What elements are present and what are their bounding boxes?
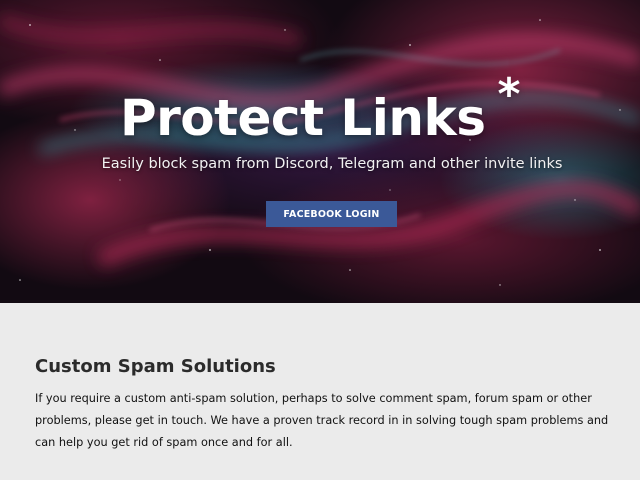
hero-subtitle: Easily block spam from Discord, Telegram… xyxy=(101,156,563,172)
hero-title: Protect Links * xyxy=(0,69,640,151)
section-body: If you require a custom anti-spam soluti… xyxy=(35,388,627,454)
hero-section: Protect Links * Easily block spam from Di… xyxy=(0,0,640,303)
custom-solutions-section: Custom Spam Solutions If you require a c… xyxy=(0,303,640,480)
hero-title-asterisk: * xyxy=(497,69,521,120)
facebook-login-button[interactable]: FACEBOOK LOGIN xyxy=(266,201,397,227)
get-in-touch-link[interactable]: get in touch xyxy=(135,414,203,427)
section-heading: Custom Spam Solutions xyxy=(35,356,276,377)
hero-title-text: Protect Links xyxy=(119,89,486,147)
nebula-background xyxy=(0,0,640,303)
